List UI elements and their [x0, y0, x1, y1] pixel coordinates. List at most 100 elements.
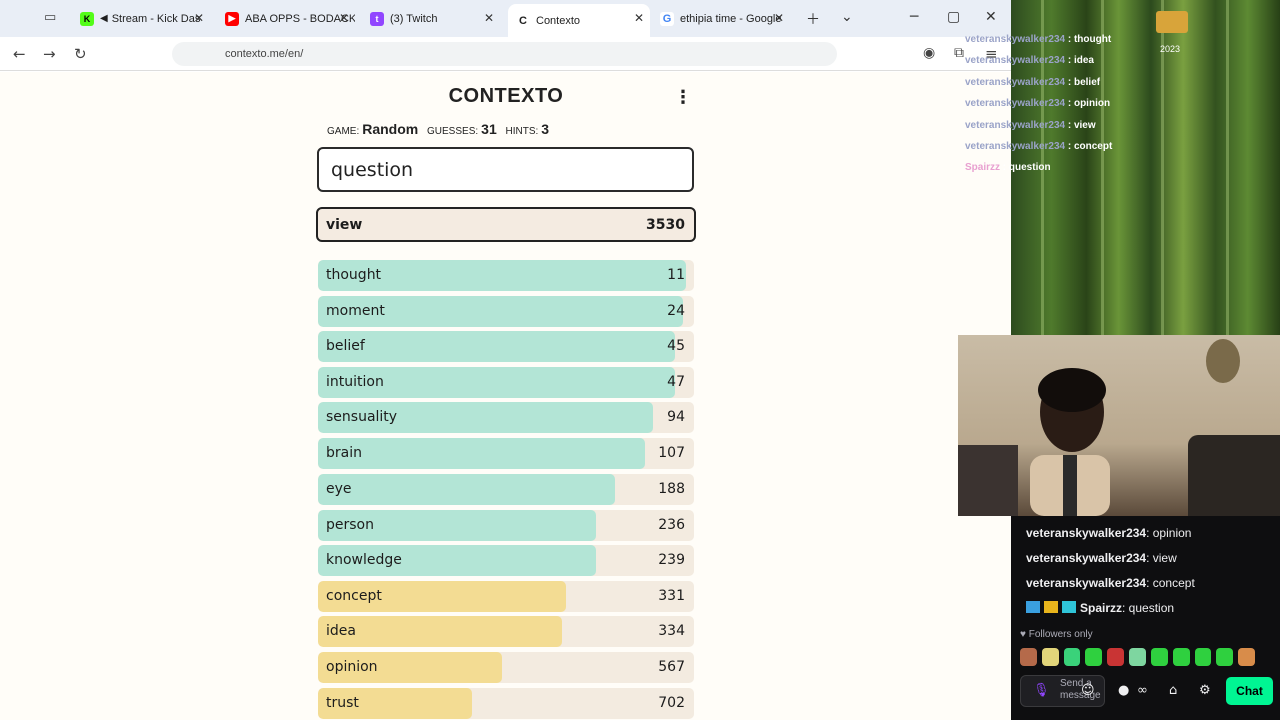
similarity-bar	[318, 331, 676, 362]
last-guess-word: view	[326, 217, 363, 233]
overlay-chat: veteranskywalker234 : thought veteranskyw…	[965, 34, 1165, 184]
chat-message: veteranskywalker234: concept	[1026, 576, 1195, 590]
emote[interactable]	[1194, 648, 1212, 666]
tab-contexto[interactable]: C Contexto ✕	[508, 4, 650, 37]
tab-list-chevron-icon[interactable]: ⌄	[841, 9, 853, 25]
chat-message: Spairzz: question	[1026, 601, 1174, 615]
tab-title: ethipia time - Google	[680, 12, 782, 25]
chat-message: veteranskywalker234: opinion	[1026, 526, 1191, 540]
hints-label: HINTS:	[505, 126, 539, 137]
chat-username: veteranskywalker234	[965, 34, 1066, 45]
bamboo-stalk	[1226, 0, 1229, 335]
bits-icon[interactable]: ●	[1118, 683, 1129, 698]
extensions-icon[interactable]: ⧉	[954, 45, 964, 61]
chat-username[interactable]: Spairzz	[1080, 601, 1122, 615]
tab-youtube[interactable]: ▶ ABA OPPS - BODACK ✕	[225, 5, 355, 32]
guess-rank: 11	[667, 267, 685, 283]
emote[interactable]	[1020, 648, 1037, 666]
overlay-logo-icon	[1156, 11, 1188, 33]
chat-text: : concept	[1146, 576, 1195, 590]
chat-username: veteranskywalker234	[965, 140, 1066, 152]
guess-rank: 107	[658, 445, 685, 461]
game-label: GAME:	[327, 126, 360, 137]
close-tab-icon[interactable]: ✕	[339, 11, 349, 25]
close-tab-icon[interactable]: ✕	[774, 11, 784, 25]
store-icon[interactable]: ⌂	[1169, 683, 1177, 698]
back-icon[interactable]: ←	[13, 45, 26, 63]
chat-text: : idea	[1065, 55, 1094, 67]
emote[interactable]	[1216, 648, 1234, 666]
overlay-chat-line: veteranskywalker234 : concept	[965, 141, 1165, 162]
account-icon[interactable]: ◉	[923, 45, 935, 61]
guess-row: concept 331	[318, 581, 694, 612]
guess-row: belief 45	[318, 331, 694, 362]
emote[interactable]	[1129, 648, 1146, 666]
guess-row: knowledge 239	[318, 545, 694, 576]
tab-title: Contexto	[536, 14, 581, 27]
sofa	[1188, 435, 1280, 516]
chat-message: veteranskywalker234: view	[1026, 551, 1177, 565]
emote[interactable]	[1150, 648, 1168, 666]
chat-text: : belief	[1065, 76, 1101, 88]
similarity-bar	[318, 474, 616, 505]
close-tab-icon[interactable]: ✕	[484, 11, 494, 25]
guess-rank: 239	[658, 552, 685, 568]
close-tab-icon[interactable]: ✕	[634, 11, 644, 25]
emote[interactable]	[1107, 648, 1125, 666]
guess-row: sensuality 94	[318, 402, 694, 433]
reload-icon[interactable]: ↻	[74, 45, 87, 63]
loop-icon[interactable]: ∞	[1137, 683, 1148, 698]
guess-rank: 47	[667, 374, 685, 390]
tab-kick[interactable]: K ◀ Stream - Kick Das ✕	[80, 5, 210, 32]
new-tab-icon[interactable]: ＋	[806, 9, 820, 29]
guess-rank: 236	[658, 517, 685, 533]
minimize-icon[interactable]: ─	[910, 9, 918, 25]
tab-title: Stream - Kick Das	[111, 12, 201, 25]
chat-send-button[interactable]: Chat	[1226, 677, 1273, 705]
emote-picker-icon[interactable]: ☺	[1081, 683, 1095, 698]
guess-word: trust	[326, 695, 359, 711]
guess-word: concept	[326, 588, 382, 604]
maximize-icon[interactable]: ▢	[947, 9, 960, 25]
chat-username[interactable]: veteranskywalker234	[1026, 526, 1146, 540]
browser-window: ▭ K ◀ Stream - Kick Das ✕ ▶ ABA OPPS - B…	[0, 0, 1011, 720]
emote[interactable]	[1063, 648, 1081, 666]
heart-icon: ♥	[1020, 629, 1026, 640]
guess-rank: 45	[667, 338, 685, 354]
forward-icon[interactable]: →	[43, 45, 56, 63]
chat-text: : thought	[1065, 34, 1112, 45]
close-tab-icon[interactable]: ✕	[194, 11, 204, 25]
chat-username[interactable]: veteranskywalker234	[1026, 551, 1146, 565]
tab-twitch[interactable]: t (3) Twitch ✕	[370, 5, 500, 32]
emote[interactable]	[1238, 648, 1255, 666]
tab-google[interactable]: G ethipia time - Google ✕	[660, 5, 790, 32]
guess-rank: 188	[658, 481, 685, 497]
tab-bar: ▭ K ◀ Stream - Kick Das ✕ ▶ ABA OPPS - B…	[0, 0, 1011, 37]
twitch-icon: t	[370, 11, 384, 26]
guess-input[interactable]	[317, 147, 694, 192]
guess-row: opinion 567	[318, 652, 694, 683]
chat-username: veteranskywalker234	[965, 76, 1066, 88]
more-options-icon[interactable]: ⋮	[674, 87, 692, 108]
url-text[interactable]: contexto.me/en/	[225, 48, 303, 60]
close-window-icon[interactable]: ✕	[985, 9, 997, 25]
screen: ▭ K ◀ Stream - Kick Das ✕ ▶ ABA OPPS - B…	[0, 0, 1280, 720]
chat-username[interactable]: veteranskywalker234	[1026, 576, 1146, 590]
emote[interactable]	[1085, 648, 1103, 666]
emote[interactable]	[1172, 648, 1190, 666]
microphone-icon[interactable]: 🎙︎	[1033, 683, 1050, 698]
tab-search-icon[interactable]: ▭	[44, 10, 56, 25]
emote[interactable]	[1041, 648, 1059, 666]
mute-icon[interactable]: ◀	[100, 13, 108, 24]
guess-word: thought	[326, 267, 382, 283]
guess-rank: 94	[667, 409, 685, 425]
google-icon: G	[660, 11, 674, 26]
guess-rank: 567	[658, 659, 685, 675]
guess-word: brain	[326, 445, 362, 461]
guess-rank: 334	[658, 623, 685, 639]
settings-gear-icon[interactable]: ⚙	[1199, 683, 1211, 698]
guess-row: intuition 47	[318, 367, 694, 398]
tab-title: (3) Twitch	[390, 12, 438, 25]
chat-text: : opinion	[1146, 526, 1192, 540]
chat-text: : question	[1122, 601, 1175, 615]
